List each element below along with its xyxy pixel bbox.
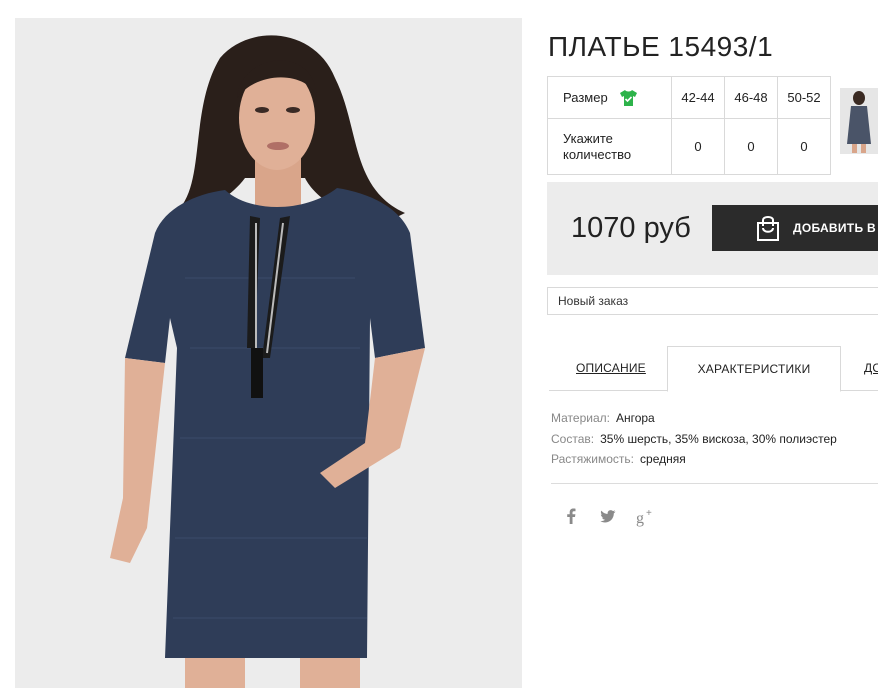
product-photo[interactable] [15, 18, 522, 688]
size-column-50-52: 50-52 [777, 76, 831, 119]
product-thumbnail[interactable] [840, 88, 878, 154]
facebook-share-button[interactable] [565, 507, 577, 527]
order-select[interactable]: Новый заказ [547, 287, 878, 315]
tab-description[interactable]: ОПИСАНИЕ [576, 346, 646, 390]
tab-delivery[interactable]: ДО [864, 346, 878, 390]
google-plus-icon: g + [636, 508, 652, 527]
tab-characteristics[interactable]: ХАРАКТЕРИСТИКИ [667, 346, 841, 392]
google-plus-share-button[interactable]: g + [636, 507, 656, 527]
add-to-cart-button[interactable]: ДОБАВИТЬ В З [712, 205, 878, 251]
section-divider [551, 483, 878, 484]
twitter-share-button[interactable] [599, 507, 617, 527]
quantity-input-46-48[interactable]: 0 [724, 118, 778, 175]
size-header-cell: Размер [547, 76, 672, 119]
quantity-header-label: Укажите количество [563, 130, 632, 162]
spec-value: Ангора [615, 411, 655, 425]
quantity-header-cell: Укажите количество [547, 118, 672, 175]
size-header-label: Размер [563, 89, 608, 105]
spec-value: 35% шерсть, 35% вискоза, 30% полиэстер [600, 431, 837, 446]
spec-value: средняя [640, 452, 686, 466]
size-column-46-48: 46-48 [724, 76, 778, 119]
quantity-input-42-44[interactable]: 0 [671, 118, 725, 175]
spec-key: Состав: [551, 431, 595, 446]
price-panel: 1070 руб ДОБАВИТЬ В З [547, 182, 878, 275]
price-value: 1070 руб [571, 212, 691, 244]
dress-model-illustration [15, 18, 522, 688]
thumbnail-image [840, 88, 878, 154]
product-title: ПЛАТЬЕ 15493/1 [548, 30, 774, 62]
tshirt-icon[interactable] [619, 89, 638, 107]
add-to-cart-label: ДОБАВИТЬ В З [793, 221, 878, 235]
spec-row: Состав: 35% шерсть, 35% вискоза, 30% поли… [551, 429, 837, 450]
size-quantity-table: Размер 42-44 46-48 50-52 Укажите количес… [547, 76, 831, 175]
svg-text:+: + [646, 508, 652, 519]
facebook-icon [567, 508, 576, 524]
spec-row: Материал: Ангора [551, 408, 837, 429]
quantity-input-50-52[interactable]: 0 [777, 118, 831, 175]
characteristics-list: Материал: Ангора Состав: 35% шерсть, 35% в… [551, 408, 837, 470]
svg-text:g: g [636, 510, 644, 527]
size-column-42-44: 42-44 [671, 76, 725, 119]
shopping-bag-icon [757, 216, 779, 241]
spec-row: Растяжимость: средняя [551, 449, 837, 470]
twitter-icon [600, 510, 616, 523]
product-tabs: ОПИСАНИЕ ХАРАКТЕРИСТИКИ ДО [549, 346, 878, 392]
spec-key: Материал: [551, 411, 610, 425]
spec-key: Растяжимость: [551, 452, 635, 466]
